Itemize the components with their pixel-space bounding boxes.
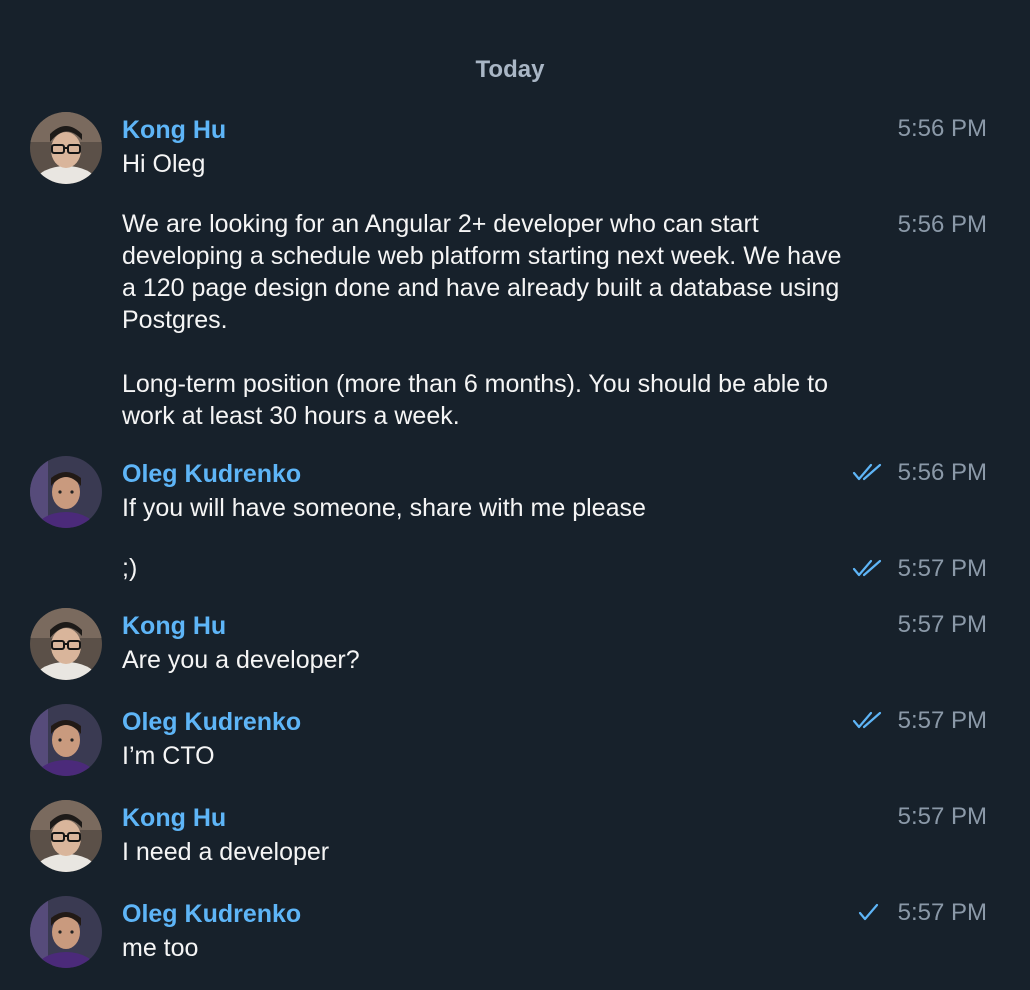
message-time: 5:56 PM	[897, 115, 987, 142]
kong-hu-avatar[interactable]	[30, 608, 102, 680]
oleg-kudrenko-avatar[interactable]	[30, 896, 102, 968]
message-time: 5:57 PM	[897, 899, 987, 926]
message-text: If you will have someone, share with me …	[122, 494, 646, 522]
message-text: Hi Oleg	[122, 150, 206, 178]
message-text: ;)	[122, 554, 138, 582]
message-text: I need a developer	[122, 838, 330, 866]
message-author[interactable]: Kong Hu	[122, 612, 226, 641]
message-time: 5:57 PM	[897, 611, 987, 638]
message-time: 5:57 PM	[897, 803, 987, 830]
message-author[interactable]: Oleg Kudrenko	[122, 708, 301, 737]
message-author[interactable]: Kong Hu	[122, 804, 226, 833]
message-author[interactable]: Oleg Kudrenko	[122, 460, 301, 489]
read-checkmarks-icon	[852, 462, 884, 482]
sent-checkmark-icon	[852, 902, 884, 922]
message-time: 5:57 PM	[897, 707, 987, 734]
message-time: 5:56 PM	[897, 211, 987, 238]
oleg-kudrenko-avatar[interactable]	[30, 456, 102, 528]
kong-hu-avatar[interactable]	[30, 800, 102, 872]
message-text: me too	[122, 934, 199, 962]
message-time: 5:56 PM	[897, 459, 987, 486]
message-text: Are you a developer?	[122, 646, 360, 674]
message-time: 5:57 PM	[897, 555, 987, 582]
message-text: We are looking for an Angular 2+ develop…	[122, 210, 842, 430]
message-text: I’m CTO	[122, 742, 215, 770]
read-checkmarks-icon	[852, 558, 884, 578]
message-author[interactable]: Kong Hu	[122, 116, 226, 145]
oleg-kudrenko-avatar[interactable]	[30, 704, 102, 776]
read-checkmarks-icon	[852, 710, 884, 730]
kong-hu-avatar[interactable]	[30, 112, 102, 184]
date-separator: Today	[475, 56, 545, 83]
message-author[interactable]: Oleg Kudrenko	[122, 900, 301, 929]
chat-history[interactable]: Today Kong Hu 5:56 PM Hi Oleg 5:56 PM We…	[0, 0, 1030, 990]
